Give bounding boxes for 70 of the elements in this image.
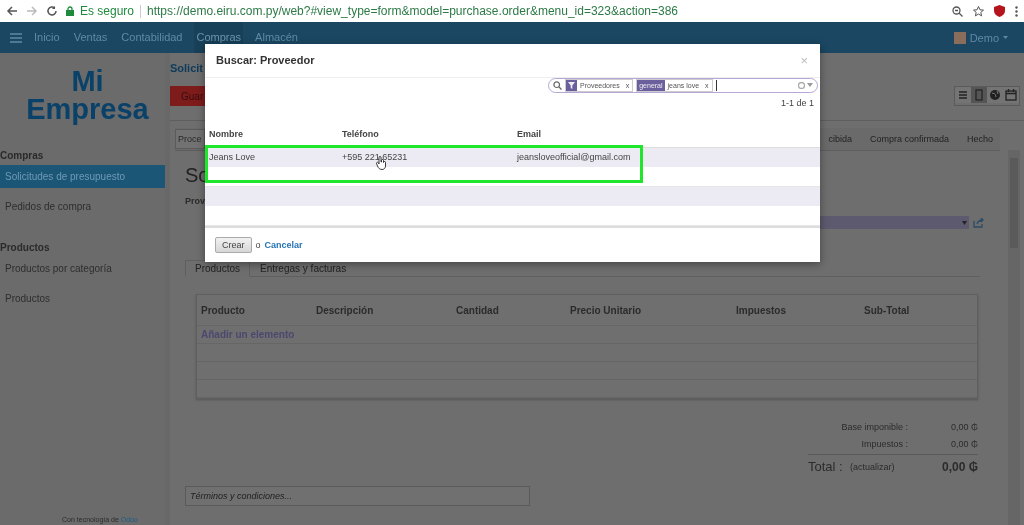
security-label: Es seguro <box>80 4 135 18</box>
pager-text: 1-1 de 1 <box>780 97 814 108</box>
sidebar-item[interactable]: Productos <box>0 287 165 310</box>
clear-icon[interactable] <box>798 81 805 89</box>
lock-icon <box>66 6 74 16</box>
column-header: Cantidad <box>456 304 500 316</box>
company-logo-text: Mi <box>70 67 105 95</box>
caret-icon <box>1003 36 1008 39</box>
status-stage: Compra confirmada <box>868 134 950 144</box>
menu-icon[interactable] <box>10 32 22 43</box>
dropdown-caret-icon <box>962 220 967 225</box>
total-label: Base imponible : <box>840 421 908 432</box>
reload-icon[interactable] <box>46 5 58 17</box>
column-header: Producto <box>201 304 246 316</box>
zoom-out-icon[interactable] <box>952 5 963 17</box>
filter-icon <box>568 81 575 89</box>
cancel-link[interactable]: Cancelar <box>264 239 303 250</box>
update-link[interactable]: (actualizar) <box>850 461 926 472</box>
star-icon[interactable] <box>973 5 984 17</box>
view-calendar-button[interactable] <box>1003 87 1019 103</box>
status-stage: Hecho <box>966 134 994 144</box>
close-button[interactable]: × <box>800 52 808 68</box>
external-link-icon[interactable] <box>973 217 984 228</box>
nav-menu-item[interactable]: Contabilidad <box>119 22 185 53</box>
column-header: Impuestos <box>736 304 787 316</box>
forward-icon[interactable] <box>26 5 38 17</box>
form-view-icon <box>973 89 985 101</box>
form-tab[interactable]: Entregas y facturas <box>250 260 357 277</box>
table-cell-text: +595 221 65231 <box>342 152 409 163</box>
dialog-title: Buscar: Proveedor <box>216 54 315 67</box>
table-cell-text: Jeans Love <box>209 152 257 163</box>
column-header: Nombre <box>209 129 244 140</box>
column-header: Teléfono <box>342 129 380 140</box>
sidebar-item[interactable]: Solicitudes de presupuesto <box>0 165 165 188</box>
table-cell-text: jeansloveofficial@gmail.com <box>517 152 632 163</box>
more-icon[interactable] <box>1015 5 1018 17</box>
shield-icon[interactable] <box>994 5 1005 17</box>
sidebar-section-title: Productos <box>0 242 51 253</box>
search-icon <box>553 80 562 90</box>
user-menu[interactable]: Demo <box>953 31 1008 44</box>
column-header: Sub-Total <box>864 304 911 316</box>
back-icon[interactable] <box>6 5 18 17</box>
column-header: Email <box>517 129 542 140</box>
grand-total-value: 0,00 ₲ <box>940 459 978 474</box>
text-cursor <box>715 79 717 91</box>
sidebar-section-title: Compras <box>0 150 45 161</box>
create-button[interactable]: Crear <box>215 236 252 253</box>
column-header: Descripción <box>316 304 375 316</box>
user-name[interactable]: Demo <box>969 31 999 44</box>
nav-menu-item[interactable]: Ventas <box>71 22 110 53</box>
column-header: Precio Unitario <box>570 304 643 316</box>
list-view-icon <box>957 89 969 101</box>
nav-menu-item[interactable]: Inicio <box>32 22 62 53</box>
view-list-button[interactable] <box>955 87 971 103</box>
header-button[interactable]: Proce <box>175 129 205 149</box>
total-label: Impuestos : <box>860 438 908 449</box>
view-map-button[interactable] <box>987 87 1003 103</box>
terms-field[interactable]: Términos y condiciones... <box>185 486 530 506</box>
address-bar[interactable]: https://demo.eiru.com.py/web?#view_type=form&model=purchase.order&menu_id=323&action=386 <box>147 4 678 18</box>
field-label: Prov <box>185 196 206 206</box>
company-logo-text: Empresa <box>25 95 150 123</box>
map-view-icon <box>989 89 1001 101</box>
status-stage: cibida <box>827 134 853 144</box>
calendar-view-icon <box>1005 89 1017 101</box>
avatar-icon <box>953 31 966 44</box>
grand-total-label: Total : <box>808 459 844 474</box>
view-switcher[interactable] <box>954 86 1020 106</box>
caret-icon[interactable] <box>807 83 813 88</box>
sidebar-item[interactable]: Pedidos de compra <box>0 195 165 218</box>
or-text: o <box>255 239 261 250</box>
